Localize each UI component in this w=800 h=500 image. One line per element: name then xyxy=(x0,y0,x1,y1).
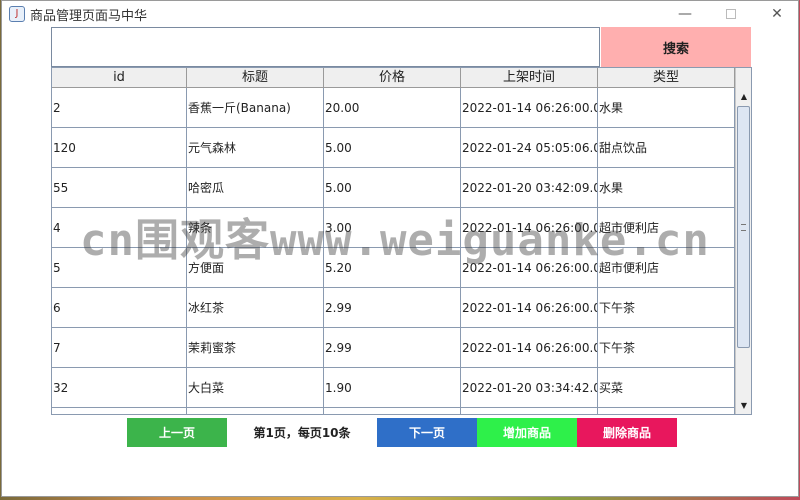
cell-price[interactable]: 20.00 xyxy=(324,88,461,128)
scroll-down-icon[interactable]: ▼ xyxy=(736,397,751,414)
cell-price[interactable]: 5.00 xyxy=(324,168,461,208)
cell-id[interactable] xyxy=(52,408,187,414)
column-header-id[interactable]: id xyxy=(52,68,187,88)
table-row[interactable]: 120 元气森林 5.00 2022-01-24 05:05:06.0 甜点饮品 xyxy=(52,128,735,168)
cell-listing-time[interactable]: 2022-01-20 03:34:42.0 xyxy=(461,368,598,408)
window-title: 商品管理页面马中华 xyxy=(30,9,148,24)
cell-listing-time[interactable]: 2022-01-14 06:26:00.0 xyxy=(461,208,598,248)
cell-title[interactable]: 方便面 xyxy=(187,248,324,288)
cell-listing-time[interactable]: 2022-01-24 05:05:06.0 xyxy=(461,128,598,168)
cell-id[interactable]: 120 xyxy=(52,128,187,168)
cell-type[interactable]: 甜点饮品 xyxy=(598,128,735,168)
title-bar[interactable]: J 商品管理页面马中华 — ✕ xyxy=(2,1,798,27)
table-row[interactable]: 55 哈密瓜 5.00 2022-01-20 03:42:09.0 水果 xyxy=(52,168,735,208)
cell-price[interactable]: 5.00 xyxy=(324,128,461,168)
scroll-thumb[interactable] xyxy=(737,106,750,348)
close-icon[interactable]: ✕ xyxy=(754,1,800,27)
search-input[interactable] xyxy=(51,27,600,67)
cell-id[interactable]: 5 xyxy=(52,248,187,288)
cell-type[interactable]: 超市便利店 xyxy=(598,208,735,248)
cell-type[interactable]: 水果 xyxy=(598,88,735,128)
cell-type[interactable]: 下午茶 xyxy=(598,288,735,328)
column-header-price[interactable]: 价格 xyxy=(324,68,461,88)
cell-price[interactable]: 3.00 xyxy=(324,208,461,248)
cell-title[interactable]: 香蕉一斤(Banana) xyxy=(187,88,324,128)
cell-id[interactable]: 2 xyxy=(52,88,187,128)
table-header: id 标题 价格 上架时间 类型 xyxy=(52,68,735,88)
cell-listing-time[interactable]: 2022-01-14 06:26:00.0 xyxy=(461,328,598,368)
cell-price[interactable]: 2.99 xyxy=(324,288,461,328)
table-row[interactable]: 5 方便面 5.20 2022-01-14 06:26:00.0 超市便利店 xyxy=(52,248,735,288)
cell-title[interactable]: 冰红茶 xyxy=(187,288,324,328)
table-row[interactable]: 4 辣条 3.00 2022-01-14 06:26:00.0 超市便利店 xyxy=(52,208,735,248)
column-header-listing-time[interactable]: 上架时间 xyxy=(461,68,598,88)
cell-title[interactable]: 元气森林 xyxy=(187,128,324,168)
cell-title[interactable]: 辣条 xyxy=(187,208,324,248)
cell-title[interactable]: 哈密瓜 xyxy=(187,168,324,208)
table-body: 2 香蕉一斤(Banana) 20.00 2022-01-14 06:26:00… xyxy=(52,88,735,414)
cell-id[interactable]: 4 xyxy=(52,208,187,248)
cell-id[interactable]: 6 xyxy=(52,288,187,328)
column-header-title[interactable]: 标题 xyxy=(187,68,324,88)
cell-price[interactable]: 5.20 xyxy=(324,248,461,288)
cell-title[interactable]: 大白菜 xyxy=(187,368,324,408)
cell-type[interactable]: 超市便利店 xyxy=(598,248,735,288)
product-table: id 标题 价格 上架时间 类型 2 香蕉一斤(Banana) 20.00 20… xyxy=(51,67,752,415)
cell-listing-time[interactable]: 2022-01-14 06:26:00.0 xyxy=(461,288,598,328)
cell-listing-time[interactable]: 2022-01-20 03:42:09.0 xyxy=(461,168,598,208)
cell-listing-time[interactable]: 2022-01-14 06:26:00.0 xyxy=(461,248,598,288)
cell-title[interactable]: 茉莉蜜茶 xyxy=(187,328,324,368)
column-header-type[interactable]: 类型 xyxy=(598,68,735,88)
cell-type[interactable]: 水果 xyxy=(598,168,735,208)
vertical-scrollbar[interactable]: ▲ ▼ xyxy=(735,68,751,414)
table-row[interactable]: 6 冰红茶 2.99 2022-01-14 06:26:00.0 下午茶 xyxy=(52,288,735,328)
table-row[interactable]: 32 大白菜 1.90 2022-01-20 03:34:42.0 买菜 xyxy=(52,368,735,408)
search-button[interactable]: 搜索 xyxy=(601,27,751,67)
minimize-icon[interactable]: — xyxy=(662,1,708,27)
cell-price[interactable]: 1.90 xyxy=(324,368,461,408)
previous-page-button[interactable]: 上一页 xyxy=(127,418,227,447)
cell-type[interactable] xyxy=(598,408,735,414)
cell-id[interactable]: 7 xyxy=(52,328,187,368)
cell-title[interactable] xyxy=(187,408,324,414)
cell-type[interactable]: 买菜 xyxy=(598,368,735,408)
cell-type[interactable]: 下午茶 xyxy=(598,328,735,368)
cell-id[interactable]: 55 xyxy=(52,168,187,208)
cell-listing-time[interactable]: 2022-01-14 06:26:00.0 xyxy=(461,88,598,128)
cell-listing-time[interactable] xyxy=(461,408,598,414)
java-app-icon: J xyxy=(9,6,25,22)
next-page-button[interactable]: 下一页 xyxy=(377,418,477,447)
maximize-icon[interactable] xyxy=(708,1,754,27)
app-window: J 商品管理页面马中华 — ✕ 搜索 id 标题 价格 上架时间 类型 2 香蕉… xyxy=(1,0,799,497)
cell-id[interactable]: 32 xyxy=(52,368,187,408)
page-info-label: 第1页，每页10条 xyxy=(227,418,377,447)
table-row[interactable] xyxy=(52,408,735,414)
delete-product-button[interactable]: 删除商品 xyxy=(577,418,677,447)
cell-price[interactable] xyxy=(324,408,461,414)
cell-price[interactable]: 2.99 xyxy=(324,328,461,368)
add-product-button[interactable]: 增加商品 xyxy=(477,418,577,447)
scroll-up-icon[interactable]: ▲ xyxy=(736,88,751,105)
table-row[interactable]: 7 茉莉蜜茶 2.99 2022-01-14 06:26:00.0 下午茶 xyxy=(52,328,735,368)
table-row[interactable]: 2 香蕉一斤(Banana) 20.00 2022-01-14 06:26:00… xyxy=(52,88,735,128)
